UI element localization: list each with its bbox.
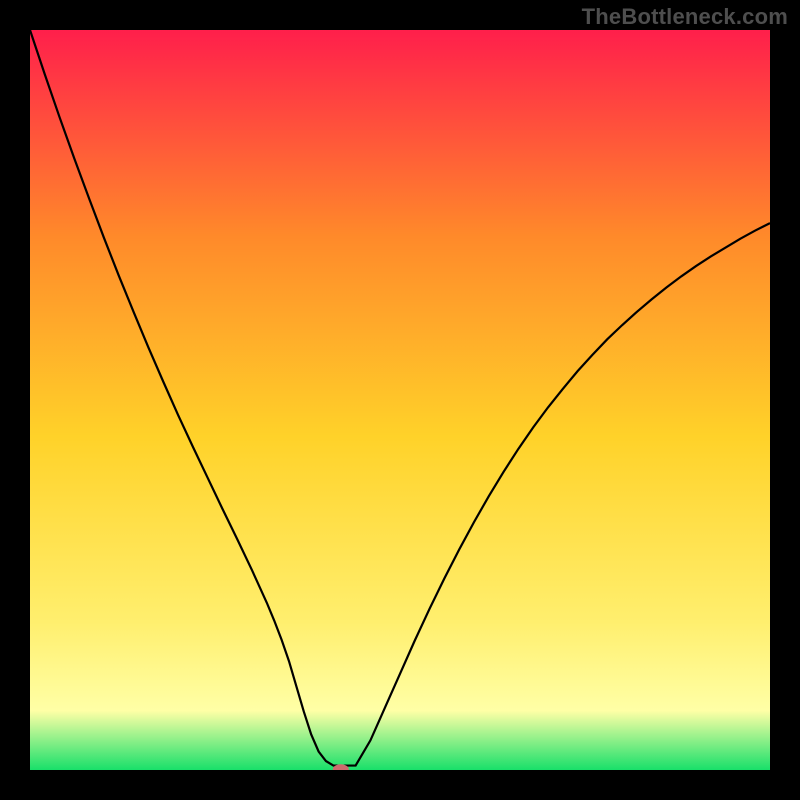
plot-area (30, 30, 770, 770)
chart-root: TheBottleneck.com (0, 0, 800, 800)
chart-background (30, 30, 770, 770)
watermark-text: TheBottleneck.com (582, 4, 788, 30)
chart-svg (30, 30, 770, 770)
